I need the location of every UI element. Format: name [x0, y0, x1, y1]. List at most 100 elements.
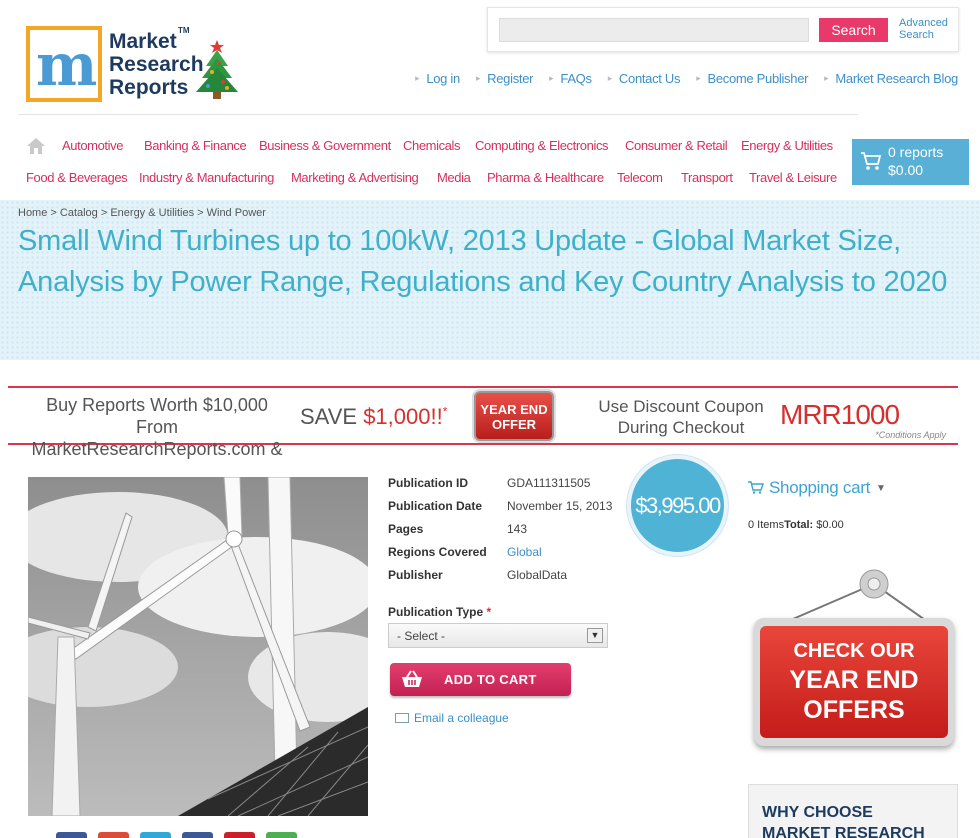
promo-line-2: MarketResearchReports.com & [31, 439, 283, 459]
why-line-1: WHY CHOOSE [762, 804, 873, 821]
twitter-share-icon[interactable] [140, 832, 171, 838]
logo-word-2: Research [109, 53, 204, 76]
promo-save-mark: * [442, 404, 448, 419]
category-energy-utilities[interactable]: Energy & Utilities [741, 138, 833, 153]
sign-hanger [785, 569, 929, 623]
sign-line-2: YEAR END [789, 666, 919, 694]
promo-save: SAVE $1,000!!* [300, 404, 447, 430]
nav-faqs[interactable]: ▸ FAQs [549, 71, 592, 86]
category-marketing-advertising[interactable]: Marketing & Advertising [291, 170, 419, 185]
region-link[interactable]: Global [507, 545, 542, 559]
detail-label: Regions Covered [388, 545, 487, 559]
nav-register-label: Register [487, 71, 534, 86]
price-badge: $3,995.00 [627, 455, 728, 556]
detail-label: Publisher [388, 568, 443, 582]
pinterest-share-icon[interactable] [224, 832, 255, 838]
header-cart-count: 0 reports [888, 144, 944, 160]
nav-blog[interactable]: ▸ Market Research Blog [824, 71, 958, 86]
header-divider [18, 114, 858, 115]
category-telecom[interactable]: Telecom [617, 170, 663, 185]
email-colleague-link[interactable]: Email a colleague [395, 711, 509, 725]
category-travel-leisure[interactable]: Travel & Leisure [749, 170, 837, 185]
search-input[interactable] [499, 18, 809, 42]
required-mark: * [486, 605, 492, 619]
category-pharma-healthcare[interactable]: Pharma & Healthcare [487, 170, 604, 185]
category-food-beverages[interactable]: Food & Beverages [26, 170, 128, 185]
nav-register[interactable]: ▸ Register [476, 71, 534, 86]
year-end-offers-banner[interactable]: CHECK OUR YEAR END OFFERS [750, 566, 960, 751]
cart-total-value: $0.00 [816, 519, 844, 531]
shopping-cart-summary: 0 ItemsTotal: $0.00 [748, 519, 844, 531]
chevron-down-icon: ▼ [876, 483, 886, 494]
nav-faqs-label: FAQs [560, 71, 592, 86]
advanced-search-link[interactable]: Advanced Search [899, 17, 948, 41]
category-nav-row-1: Automotive Banking & Finance Business & … [0, 138, 850, 156]
header-cart-button[interactable]: 0 reports $0.00 [852, 139, 969, 185]
cart-icon [748, 481, 764, 494]
publication-type-label: Publication Type * [388, 605, 491, 619]
facebook-share-icon[interactable] [56, 832, 87, 838]
publication-type-text: Publication Type [388, 605, 484, 619]
arrow-right-icon: ▸ [549, 73, 554, 83]
year-end-offer-badge: YEAR END OFFER [474, 391, 554, 441]
offer-line-2: OFFER [491, 417, 537, 432]
add-to-cart-label: ADD TO CART [444, 672, 537, 687]
sign-line-3: OFFERS [803, 696, 905, 724]
cart-items-count: 0 Items [748, 519, 785, 531]
share-icon[interactable] [266, 832, 297, 838]
nav-login[interactable]: ▸ Log in [415, 71, 460, 86]
category-consumer-retail[interactable]: Consumer & Retail [625, 138, 728, 153]
publication-type-select[interactable]: - Select - ▼ [388, 623, 608, 648]
category-chemicals[interactable]: Chemicals [403, 138, 460, 153]
category-business-government[interactable]: Business & Government [259, 138, 391, 153]
category-automotive[interactable]: Automotive [62, 138, 123, 153]
logo-trademark: TM [178, 26, 190, 35]
logo-m-letter: m [36, 31, 98, 99]
logo-wordmark: Market Research Reports [109, 30, 204, 99]
site-logo[interactable]: m Market Research Reports TM [26, 26, 241, 106]
coupon-line-2: During Checkout [617, 418, 745, 437]
category-transport[interactable]: Transport [681, 170, 733, 185]
category-industry-manufacturing[interactable]: Industry & Manufacturing [139, 170, 274, 185]
category-nav-row-2: Food & Beverages Industry & Manufacturin… [0, 170, 850, 188]
nav-login-label: Log in [426, 71, 460, 86]
category-computing-electronics[interactable]: Computing & Electronics [475, 138, 609, 153]
shopping-cart-label: Shopping cart [769, 478, 871, 497]
offer-line-1: YEAR END [480, 402, 548, 417]
nav-become-publisher[interactable]: ▸ Become Publisher [696, 71, 808, 86]
select-value: - Select - [397, 629, 446, 643]
top-nav: ▸ Log in ▸ Register ▸ FAQs ▸ Contact Us ▸ Bec… [399, 71, 958, 86]
arrow-right-icon: ▸ [415, 73, 420, 83]
add-to-cart-button[interactable]: ADD TO CART [390, 663, 571, 696]
arrow-right-icon: ▸ [824, 73, 829, 83]
linkedin-share-icon[interactable] [182, 832, 213, 838]
promo-banner[interactable]: Buy Reports Worth $10,000 From MarketRes… [8, 386, 958, 459]
logo-word-3: Reports [109, 76, 189, 99]
shopping-cart-widget-title[interactable]: Shopping cart ▼ [748, 478, 886, 498]
why-line-2: MARKET RESEARCH [762, 825, 925, 838]
promo-text: Buy Reports Worth $10,000 From MarketRes… [26, 394, 288, 460]
google-plus-share-icon[interactable] [98, 832, 129, 838]
detail-value: 143 [507, 522, 528, 536]
detail-label: Pages [388, 522, 424, 536]
why-choose-box: WHY CHOOSE MARKET RESEARCH [748, 784, 958, 838]
nav-contact[interactable]: ▸ Contact Us [608, 71, 681, 86]
arrow-right-icon: ▸ [607, 73, 613, 83]
advanced-search-line2: Search [899, 29, 934, 41]
search-button[interactable]: Search [819, 18, 888, 42]
envelope-icon [395, 713, 409, 723]
cart-icon [861, 152, 882, 170]
advanced-search-line1: Advanced [899, 17, 948, 29]
nav-contact-label: Contact Us [618, 71, 681, 86]
logo-m-box: m [26, 26, 102, 102]
detail-value: November 15, 2013 [507, 499, 613, 513]
promo-save-amount: $1,000!! [363, 404, 443, 429]
chevron-down-icon: ▼ [587, 628, 603, 643]
cart-total-label: Total: [784, 519, 814, 531]
sign-line-1: CHECK OUR [793, 640, 915, 662]
category-banking-finance[interactable]: Banking & Finance [144, 138, 247, 153]
nav-blog-label: Market Research Blog [835, 71, 958, 86]
basket-icon [402, 670, 422, 687]
category-media[interactable]: Media [437, 170, 471, 185]
email-colleague-label: Email a colleague [414, 711, 509, 725]
